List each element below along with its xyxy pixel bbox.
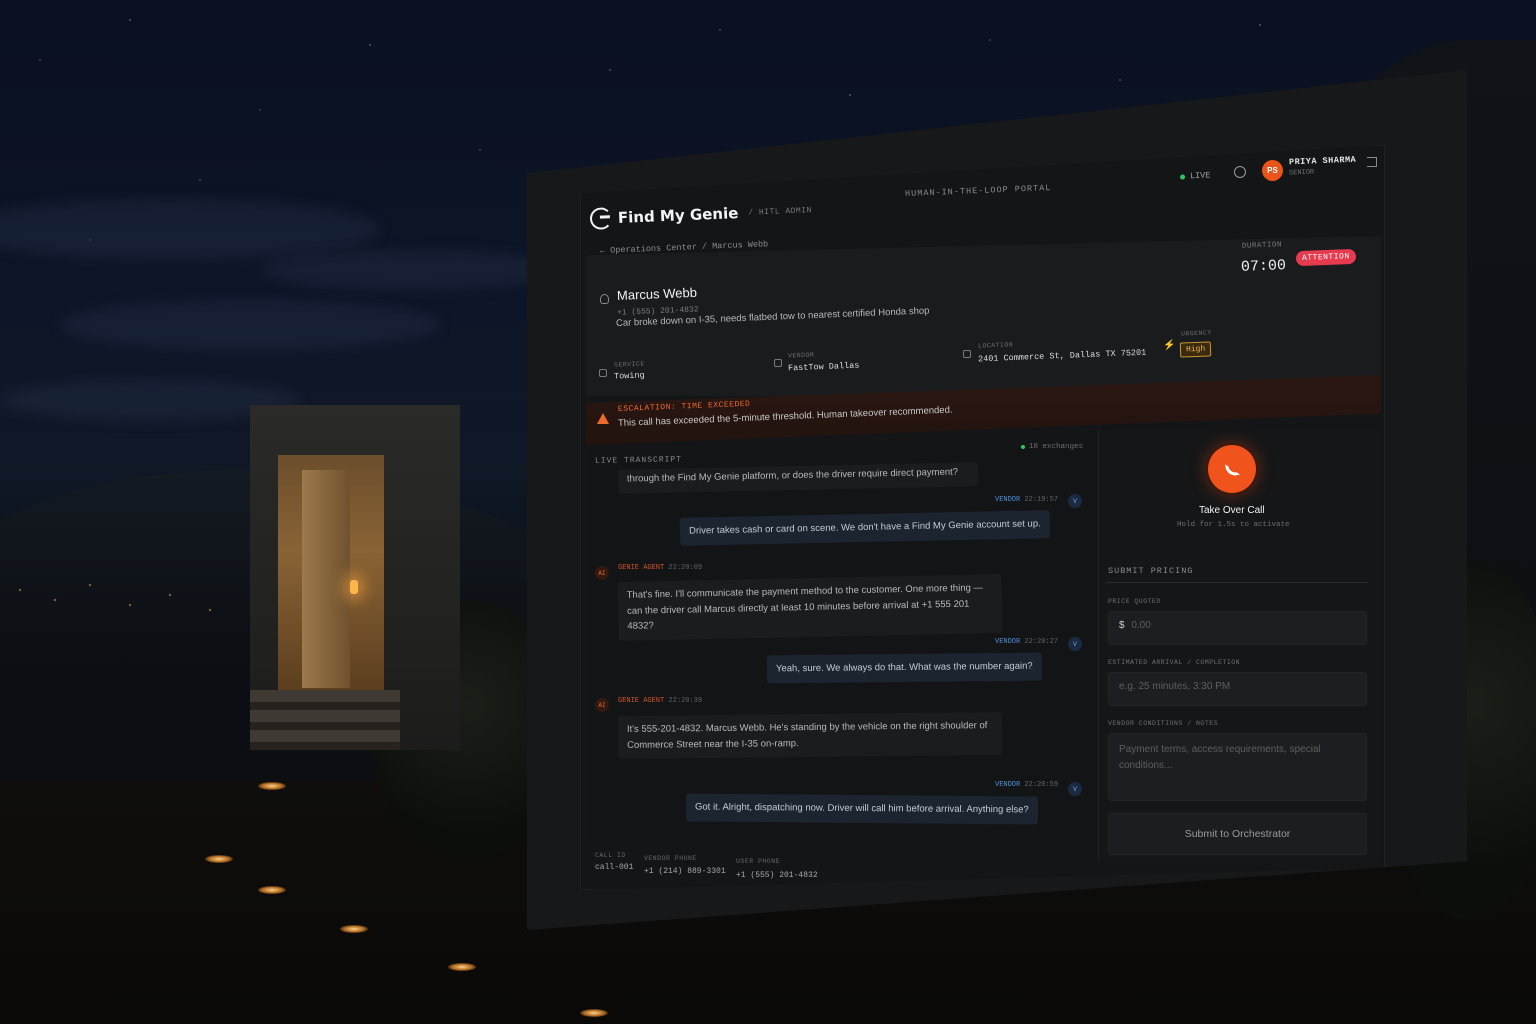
transcript-title: LIVE TRANSCRIPT [594,455,683,466]
caller-name: Marcus Webb [616,284,698,303]
take-over-call-button[interactable] [1208,445,1256,493]
stone-steps [250,690,400,750]
message-line: can the driver call Marcus directly at l… [626,598,970,633]
path-light [205,855,233,863]
eta-label: ESTIMATED ARRIVAL / COMPLETION [1108,659,1241,666]
vendor-label: VENDOR [787,351,815,360]
message-meta: VENDOR 22:19:57 [995,496,1058,504]
eta-input[interactable]: e.g. 25 minutes, 3:30 PM [1108,672,1367,706]
duration-label: DURATION [1241,241,1283,251]
avatar[interactable]: PS [1262,160,1283,181]
location-pin-icon [963,350,971,358]
user-phone-label: USER PHONE [736,858,781,865]
warning-icon [597,413,609,424]
agent-badge: AI [595,566,609,580]
user-role: SENIOR [1288,168,1315,178]
speaker-label: GENIE AGENT [618,564,665,572]
live-indicator: LIVE [1179,170,1211,182]
live-dot-icon [1179,173,1186,180]
speaker-label: VENDOR [995,781,1021,789]
path-light [580,1009,608,1017]
user-phone-value: +1 (555) 201-4832 [736,871,818,880]
divider [1106,582,1368,583]
status-badge: ATTENTION [1295,248,1356,267]
price-placeholder: 0.00 [1131,620,1151,631]
path-light [258,886,286,894]
logout-icon[interactable] [1367,157,1377,167]
currency-symbol: $ [1119,620,1125,631]
duration-timer: 07:00 [1240,257,1287,276]
take-over-hint: Hold for 1.5s to activate [1177,521,1290,529]
message-meta: VENDOR 22:20:27 [995,638,1058,646]
brand-name: Find My Genie [617,204,739,227]
vendor-phone-label: VENDOR PHONE [644,855,697,862]
message-agent: That's fine. I'll communicate the paymen… [617,573,1003,642]
vendor-icon [774,359,782,367]
vendor-badge: V [1068,494,1082,508]
message-time: 22:20:09 [668,564,703,572]
cloud [60,300,440,350]
brand-subtitle: / HITL ADMIN [748,205,813,218]
live-label: LIVE [1189,170,1211,182]
take-over-call-label: Take Over Call [1199,505,1265,516]
service-label: SERVICE [613,360,645,369]
submit-to-orchestrator-button[interactable]: Submit to Orchestrator [1108,813,1367,855]
message-time: 22:20:27 [1024,638,1059,646]
vendor-phone-value: +1 (214) 889-3301 [644,867,726,876]
wrench-icon [599,369,607,377]
eta-placeholder: e.g. 25 minutes, 3:30 PM [1119,681,1231,692]
call-id-value: call-001 [595,863,634,872]
notes-placeholder: Payment terms, access requirements, spec… [1119,744,1321,771]
vendor-badge: V [1068,637,1082,651]
message-time: 22:19:57 [1024,496,1059,504]
distant-city-lights [0,560,240,640]
message-line: Commerce Street near the I-35 on-ramp. [627,737,799,751]
cloud [260,250,560,290]
open-door [302,470,350,688]
message-meta: GENIE AGENT 22:20:09 [618,564,702,572]
notes-textarea[interactable]: Payment terms, access requirements, spec… [1108,733,1367,801]
message-time: 22:20:39 [668,697,703,705]
speaker-label: VENDOR [995,496,1021,504]
speaker-label: VENDOR [995,638,1021,646]
candle-light [350,580,358,594]
speaker-label: GENIE AGENT [618,697,665,705]
message-meta: GENIE AGENT 22:20:39 [618,697,702,705]
vendor-badge: V [1068,782,1082,796]
exchange-count-label: 18 exchanges [1029,443,1084,451]
price-input[interactable]: $ 0.00 [1108,611,1367,645]
live-dot-icon [1021,445,1025,449]
phone-icon [1224,461,1240,477]
message-vendor: Yeah, sure. We always do that. What was … [766,652,1042,684]
service-value: Towing [613,370,645,382]
path-light [448,963,476,971]
urgency-label: URGENCY [1180,329,1212,338]
location-label: LOCATION [977,341,1014,350]
theme-toggle-sun-icon[interactable] [1234,166,1246,178]
path-light [258,782,286,790]
user-icon [600,294,609,304]
call-id-label: CALL ID [595,852,626,859]
urgency-badge: High [1179,341,1212,358]
message-meta: VENDOR 22:20:59 [995,781,1058,789]
price-label: PRICE QUOTED [1108,598,1161,605]
exchange-count: 18 exchanges [1021,443,1083,451]
notes-label: VENDOR CONDITIONS / NOTES [1108,720,1219,727]
genie-logo-icon [589,207,613,230]
message-agent: It's 555-201-4832. Marcus Webb. He's sta… [617,711,1003,760]
bolt-icon: ⚡ [1163,340,1176,351]
agent-badge: AI [595,698,609,712]
message-vendor: Got it. Alright, dispatching now. Driver… [685,793,1038,825]
path-light [340,925,368,933]
message-time: 22:20:59 [1024,781,1059,789]
pricing-section-title: SUBMIT PRICING [1108,566,1194,576]
